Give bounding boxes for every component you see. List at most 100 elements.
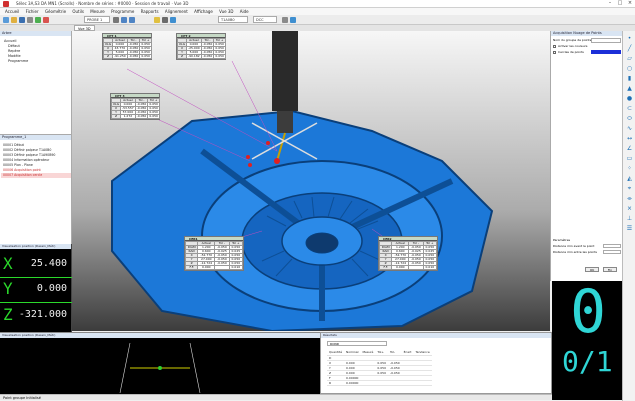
tree-item[interactable]: Défaut [8,44,20,48]
stop-icon[interactable] [43,17,49,23]
axis-value-z: -321.000 [18,309,67,320]
divider [0,302,72,303]
dro-title: Visualisation position (Dessin_Métr) [0,244,71,249]
tip-selector[interactable]: T1A0B0 [218,16,248,23]
menu-item[interactable]: Affichage [194,8,213,15]
color-checkbox[interactable] [553,45,556,48]
minimize-button[interactable]: – [605,0,615,8]
highlight-icon[interactable] [154,17,160,23]
close-button[interactable]: × [625,0,635,8]
part-model [111,31,494,331]
feature-table-cpt2[interactable]: CPT 2 Actuel Tol - Tol + XLG 0.000 -0.050 0.0… [176,33,226,60]
tree-item[interactable]: Repère [8,49,20,53]
menu-item[interactable]: Mesure [90,8,105,15]
ellipse-icon[interactable]: ⬭ [626,115,633,122]
axis-label-z: Z [3,305,13,324]
menu-bar: Accueil Fichier Géométrie Outils Mesure … [0,8,635,15]
view-iso-icon[interactable] [121,17,127,23]
group-name-input[interactable] [591,38,621,43]
probe-selector[interactable]: PROBE 1 [84,16,110,23]
menu-item[interactable]: Accueil [5,8,19,15]
cone-icon[interactable]: ▲ [626,85,633,92]
color-checkbox-label: Activer les couleurs [558,44,588,48]
axis-label-x: X [3,254,13,273]
finish-button[interactable]: Fin [603,267,617,272]
report-icon[interactable]: ☰ [626,225,633,232]
feature-table-cpt1[interactable]: CPT 1 Actuel Tol - Tol + XLG 0.000 -0.050 0.0… [102,33,152,60]
position-readout: Visualisation position (Dessin_Métr) X 2… [0,244,72,332]
program-row-selected[interactable]: 00007 Acquisition cercle [1,173,71,178]
axis-value-x: 25.400 [30,258,67,269]
ok-button[interactable]: OK [585,267,599,272]
toolbar: PROBE 1 T1A0B0 DCC [0,15,635,25]
points-checkbox[interactable] [553,51,556,54]
axis-value-y: 0.000 [36,283,67,294]
param-input[interactable] [603,250,621,254]
menu-item[interactable]: Vue 3D [219,8,233,15]
angle-icon[interactable]: ∠ [626,145,633,152]
table-row[interactable]: R 0.00000 [327,380,432,386]
feature-table-cer2[interactable]: CER2 Actuel Tol - Tol + DIAM 1.200 -0.050 0.0… [378,236,438,271]
menu-item[interactable]: Fichier [26,8,39,15]
cad-icon[interactable] [162,17,168,23]
view-top-icon[interactable] [129,17,135,23]
distance-icon[interactable]: ↔ [626,135,633,142]
param-input[interactable] [603,244,621,248]
menu-item[interactable]: Outils [72,8,84,15]
section-icon[interactable]: ◭ [626,175,633,182]
measure-icon[interactable] [170,17,176,23]
run-icon[interactable] [35,17,41,23]
intersection-icon[interactable]: ⨯ [626,205,633,212]
counter-fraction: 0/1 [562,345,613,378]
line-icon[interactable]: ╱ [626,45,633,52]
sphere-icon[interactable]: ● [626,95,633,102]
probe-path-graphic [119,342,201,394]
window-title: Sélec 3A,S3 DA MN1 (Scrolls) · Nombre de… [16,1,189,6]
cloud-icon[interactable]: ⁘ [626,165,633,172]
feature-table-cpt3[interactable]: CPT 3 Actuel Tol - Tol + XLG 0.000 -0.050 0.0… [110,93,160,120]
program-title: Programme_1 [0,135,71,140]
tree-item[interactable]: Accueil [4,39,17,43]
menu-item[interactable]: Programme [111,8,134,15]
curve-icon[interactable]: ∿ [626,125,633,132]
results-table: Quantité Nominal Mesuré Tol+ Tol- Écart Tendan… [327,350,432,386]
menu-item[interactable]: Géométrie [45,8,66,15]
menu-item[interactable]: Alignement [165,8,188,15]
projection-icon[interactable]: ⊥ [626,215,633,222]
cylinder-icon[interactable]: ▮ [626,75,633,82]
status-bar: Point groupe Initialisé [0,394,552,400]
feature-toolbar: • ╱ ▱ ○ ▮ ▲ ● ⊂ ⬭ ∿ ↔ ∠ ▭ ⁘ ◭ ⌖ ⌯ ⨯ ⊥ ☰ [622,31,635,401]
flatness-icon[interactable]: ▭ [626,155,633,162]
menu-item[interactable]: Rapports [141,8,159,15]
open-icon[interactable] [11,17,17,23]
slot-icon[interactable]: ⊂ [626,105,633,112]
settings-icon[interactable] [282,17,288,23]
results-selector[interactable]: ROND [327,341,387,346]
save-icon[interactable] [19,17,25,23]
feature-table-cer1[interactable]: CER1 Actuel Tol - Tol + DIAM 1.200 -0.050 0.0… [184,236,244,271]
tree-item[interactable]: Modèle [8,54,21,58]
circle-icon[interactable]: ○ [626,65,633,72]
program-panel: Programme_1 00001 Début 00002 Définir pa… [0,134,71,244]
symmetry-icon[interactable]: ⌯ [626,195,633,202]
maximize-button[interactable]: □ [615,0,625,8]
help-icon[interactable] [290,17,296,23]
tree-item[interactable]: Programme [8,59,28,63]
divider [0,277,72,278]
plane-icon[interactable]: ▱ [626,55,633,62]
menu-item[interactable]: Aide [240,8,249,15]
color-swatch[interactable] [591,50,621,54]
param-label: Distance min avant le point [553,244,595,248]
tolerance-icon[interactable]: ⌖ [626,185,633,192]
3d-viewport[interactable]: CPT 1 Actuel Tol - Tol + XLG 0.000 -0.050 0.0… [72,31,550,331]
mode-selector[interactable]: DCC [253,16,277,23]
properties-panel: Acquisition Nuage de Points Nom du group… [550,31,622,281]
panel-title: Acquisition Nuage de Points [551,31,622,36]
group-name-label: Nom du groupe de points [553,38,592,42]
probe-icon[interactable] [113,17,119,23]
point-icon[interactable]: • [626,35,633,42]
tree-title: Arbre [0,31,71,36]
undo-icon[interactable] [27,17,33,23]
results-panel: Résultats ROND Quantité Nominal Mesuré Tol+… [320,332,552,394]
new-icon[interactable] [3,17,9,23]
